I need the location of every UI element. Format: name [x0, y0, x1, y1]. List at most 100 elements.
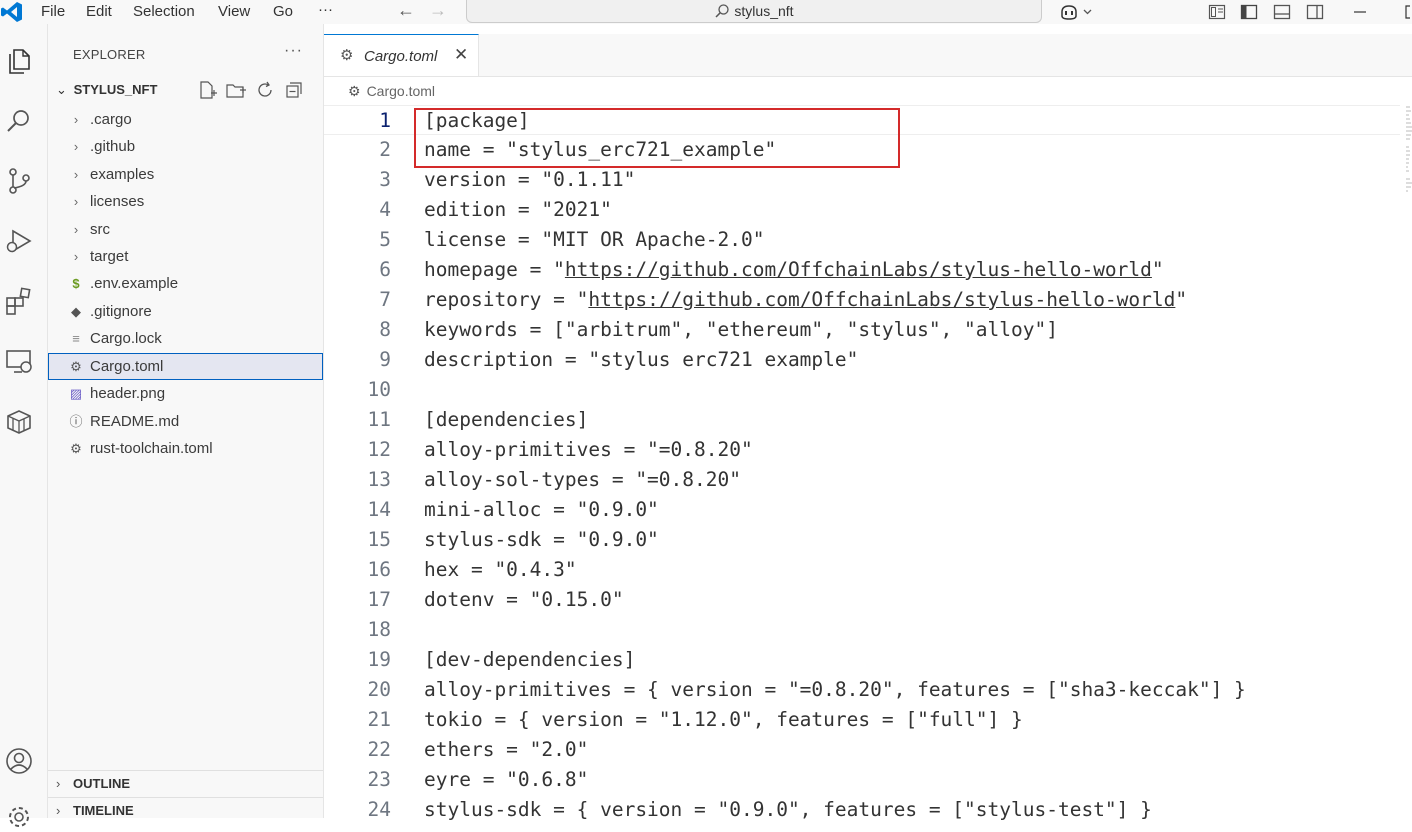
line-number: 9 — [379, 348, 391, 371]
containers-icon[interactable] — [4, 406, 34, 436]
code-line[interactable]: 4 edition = "2021" — [324, 195, 1400, 225]
refresh-icon[interactable] — [255, 80, 275, 100]
tree-item-label: licenses — [90, 193, 145, 210]
code-url-link[interactable]: https://github.com/OffchainLabs/stylus-h… — [565, 258, 1152, 281]
menu-file[interactable]: File — [41, 3, 65, 20]
tree-item-label: .env.example — [90, 275, 179, 292]
code-text: license = "MIT OR Apache-2.0" — [424, 228, 765, 251]
code-text: stylus-sdk = { version = "0.9.0", featur… — [424, 798, 1152, 821]
minimize-icon[interactable] — [1352, 3, 1368, 21]
maximize-icon[interactable] — [1404, 3, 1412, 21]
run-debug-icon[interactable] — [4, 226, 34, 256]
code-line[interactable]: 6 homepage = "https://github.com/Offchain… — [324, 255, 1400, 285]
git-diamond-icon: ◆ — [71, 304, 81, 319]
breadcrumb[interactable]: ⚙ Cargo.toml — [348, 83, 435, 100]
line-number: 7 — [379, 288, 391, 311]
breadcrumb-file: Cargo.toml — [366, 83, 436, 99]
extensions-icon[interactable] — [4, 286, 34, 316]
tree-item-licenses-folder[interactable]: › licenses — [48, 188, 323, 215]
minimap[interactable] — [1404, 105, 1412, 195]
tree-item-env-example[interactable]: $ .env.example — [48, 270, 323, 297]
code-line[interactable]: 8 keywords = ["arbitrum", "ethereum", "st… — [324, 315, 1400, 345]
forward-arrow-icon[interactable]: → — [429, 0, 447, 21]
copilot-icon[interactable] — [1059, 3, 1099, 21]
project-root-header[interactable]: ⌄ STYLUS_NFT — [56, 82, 157, 98]
manage-gear-icon[interactable] — [4, 802, 34, 832]
line-number: 20 — [367, 678, 391, 701]
code-line[interactable]: 5 license = "MIT OR Apache-2.0" — [324, 225, 1400, 255]
code-line[interactable]: 20 alloy-primitives = { version = "=0.8.2… — [324, 675, 1400, 705]
tab-cargo-toml[interactable]: ⚙ Cargo.toml ✕ — [324, 34, 479, 76]
tree-item-label: target — [90, 248, 129, 265]
gear-icon: ⚙ — [70, 359, 82, 374]
menu-selection[interactable]: Selection — [133, 3, 195, 20]
tree-item-target-folder[interactable]: › target — [48, 243, 323, 270]
code-line[interactable]: 7 repository = "https://github.com/Offcha… — [324, 285, 1400, 315]
new-file-icon[interactable] — [197, 80, 219, 100]
tree-item-src-folder[interactable]: › src — [48, 216, 323, 243]
code-line[interactable]: 10 — [324, 375, 1400, 405]
accounts-icon[interactable] — [4, 746, 34, 776]
code-line[interactable]: 3 version = "0.1.11" — [324, 165, 1400, 195]
menu-edit[interactable]: Edit — [86, 3, 112, 20]
code-line[interactable]: 14 mini-alloc = "0.9.0" — [324, 495, 1400, 525]
toggle-panel-icon[interactable] — [1273, 3, 1291, 21]
tree-item-examples-folder[interactable]: › examples — [48, 161, 323, 188]
tree-item-cargo-folder[interactable]: › .cargo — [48, 106, 323, 133]
code-line[interactable]: 17 dotenv = "0.15.0" — [324, 585, 1400, 615]
code-line[interactable]: 13 alloy-sol-types = "=0.8.20" — [324, 465, 1400, 495]
toggle-secondary-sidebar-icon[interactable] — [1306, 3, 1324, 21]
code-line[interactable]: 18 — [324, 615, 1400, 645]
search-icon[interactable] — [4, 106, 34, 136]
close-icon[interactable]: ✕ — [454, 45, 468, 65]
command-center-search[interactable]: stylus_nft — [466, 0, 1042, 23]
tree-item-cargo-lock[interactable]: ≡ Cargo.lock — [48, 325, 323, 352]
code-text: keywords = ["arbitrum", "ethereum", "sty… — [424, 318, 1058, 341]
code-line[interactable]: 19 [dev-dependencies] — [324, 645, 1400, 675]
tree-item-label: .github — [90, 138, 136, 155]
timeline-panel-header[interactable]: › TIMELINE — [48, 797, 323, 824]
explorer-icon[interactable] — [4, 46, 34, 76]
code-line[interactable]: 22 ethers = "2.0" — [324, 735, 1400, 765]
menu-more-icon[interactable]: ··· — [318, 1, 333, 18]
tab-label: Cargo.toml — [364, 48, 438, 65]
sidebar-more-icon[interactable]: ··· — [284, 42, 303, 60]
code-text: stylus-sdk = "0.9.0" — [424, 528, 659, 551]
lines-file-icon: ≡ — [72, 331, 80, 346]
code-line[interactable]: 16 hex = "0.4.3" — [324, 555, 1400, 585]
source-control-icon[interactable] — [4, 166, 34, 196]
title-bar: File Edit Selection View Go ··· ← → styl… — [0, 0, 1412, 24]
code-line[interactable]: 9 description = "stylus erc721 example" — [324, 345, 1400, 375]
tree-item-header-png[interactable]: ▨ header.png — [48, 380, 323, 407]
code-text: [dependencies] — [424, 408, 589, 431]
code-text: homepage = "https://github.com/OffchainL… — [424, 255, 1164, 285]
project-name: STYLUS_NFT — [73, 82, 158, 97]
code-line[interactable]: 24 stylus-sdk = { version = "0.9.0", feat… — [324, 795, 1400, 825]
menu-view[interactable]: View — [218, 3, 250, 20]
tree-item-github-folder[interactable]: › .github — [48, 133, 323, 160]
code-line[interactable]: 21 tokio = { version = "1.12.0", features… — [324, 705, 1400, 735]
code-line[interactable]: 23 eyre = "0.6.8" — [324, 765, 1400, 795]
code-text: [dev-dependencies] — [424, 648, 636, 671]
new-folder-icon[interactable] — [225, 80, 247, 100]
code-url-link[interactable]: https://github.com/OffchainLabs/stylus-h… — [588, 288, 1175, 311]
chevron-right-icon: › — [73, 249, 79, 264]
code-line[interactable]: 12 alloy-primitives = "=0.8.20" — [324, 435, 1400, 465]
back-arrow-icon[interactable]: ← — [397, 0, 415, 21]
remote-explorer-icon[interactable] — [4, 346, 34, 376]
tree-item-readme[interactable]: ⓘ README.md — [48, 408, 323, 435]
tree-item-gitignore[interactable]: ◆ .gitignore — [48, 298, 323, 325]
explorer-sidebar: EXPLORER ··· ⌄ STYLUS_NFT › .cargo › .gith… — [48, 24, 324, 818]
outline-panel-header[interactable]: › OUTLINE — [48, 770, 323, 797]
toggle-primary-sidebar-icon[interactable] — [1240, 3, 1258, 21]
menu-go[interactable]: Go — [273, 3, 293, 20]
code-line[interactable]: 15 stylus-sdk = "0.9.0" — [324, 525, 1400, 555]
code-line[interactable]: 11 [dependencies] — [324, 405, 1400, 435]
tree-item-cargo-toml[interactable]: ⚙ Cargo.toml — [48, 353, 323, 380]
chevron-right-icon: › — [73, 167, 79, 182]
outline-label: OUTLINE — [73, 776, 131, 791]
code-text: tokio = { version = "1.12.0", features =… — [424, 708, 1023, 731]
tree-item-rust-toolchain[interactable]: ⚙ rust-toolchain.toml — [48, 435, 323, 462]
customize-layout-icon[interactable] — [1208, 3, 1226, 21]
collapse-all-icon[interactable] — [284, 80, 304, 100]
